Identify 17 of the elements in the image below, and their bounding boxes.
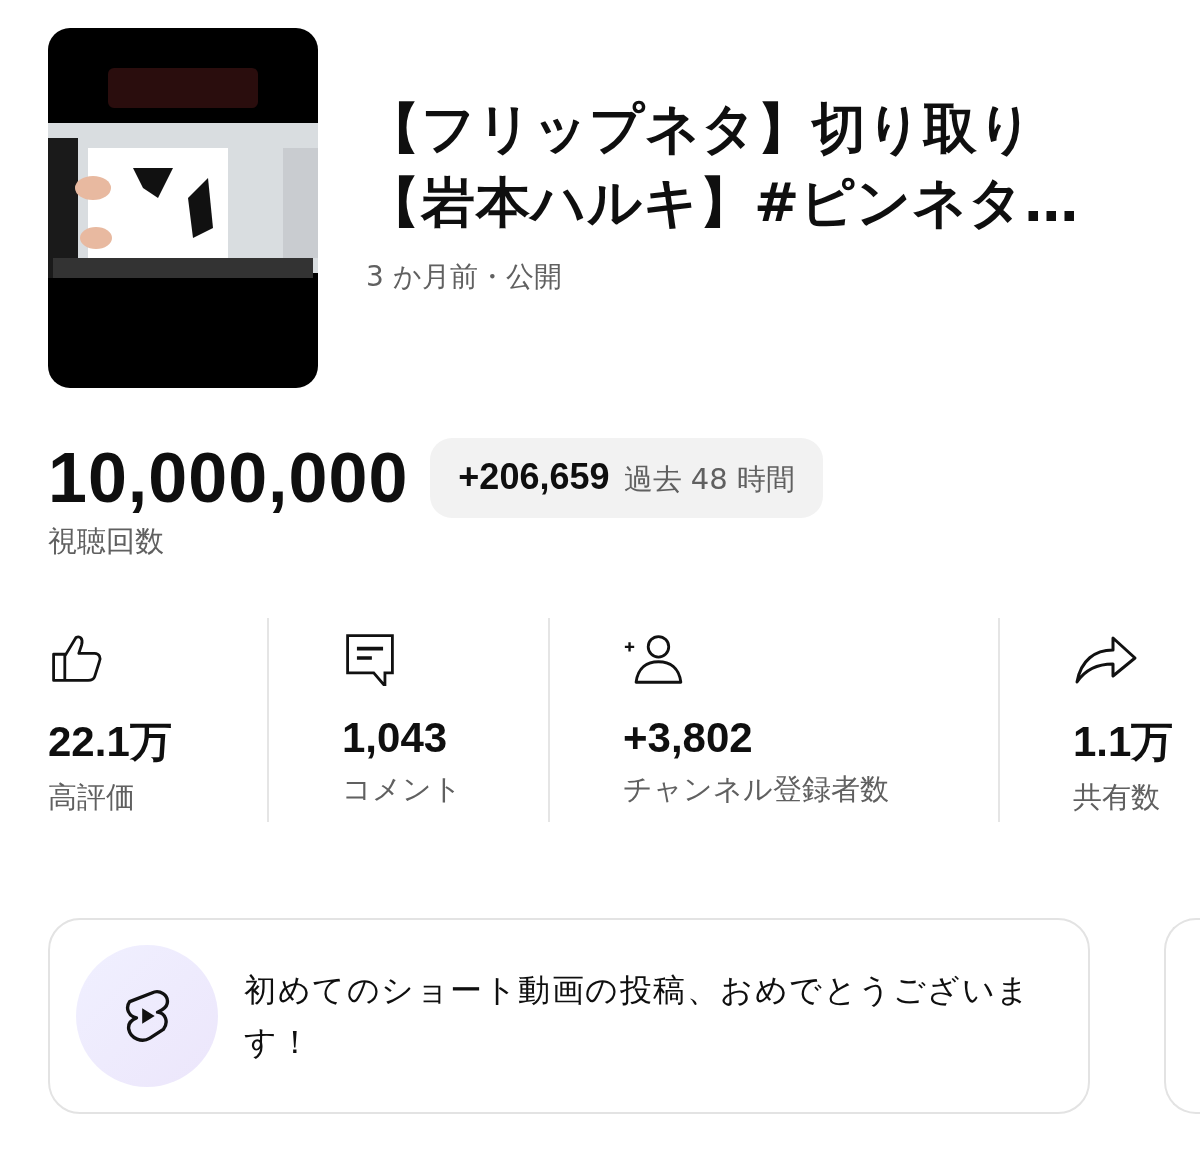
video-title: 【フリップネタ】切り取り (366, 96, 1035, 162)
views-label: 視聴回数 (48, 523, 165, 560)
video-title: 【岩本ハルキ】#ピンネタ… (366, 170, 1080, 236)
stat-value: 22.1万 (48, 717, 172, 767)
stat-value: 1,043 (342, 714, 448, 762)
stat-label: チャンネル登録者数 (623, 771, 889, 808)
view-delta: +206,659 (458, 456, 610, 498)
card-message: 初めてのショート動画の投稿、おめでとうございます！ (244, 970, 1032, 1063)
view-count: 10,000,000 (48, 438, 409, 518)
stat-value: 1.1万 (1073, 717, 1174, 767)
shorts-icon (123, 987, 171, 1045)
stat-value: +3,802 (623, 714, 753, 762)
period-label: 過去 48 時間 (623, 461, 795, 498)
stat-label: コメント (342, 771, 462, 808)
video-meta: 3 か月前・公開 (366, 259, 563, 295)
stat-label: 高評価 (48, 779, 135, 816)
stat-label: 共有数 (1073, 779, 1160, 816)
